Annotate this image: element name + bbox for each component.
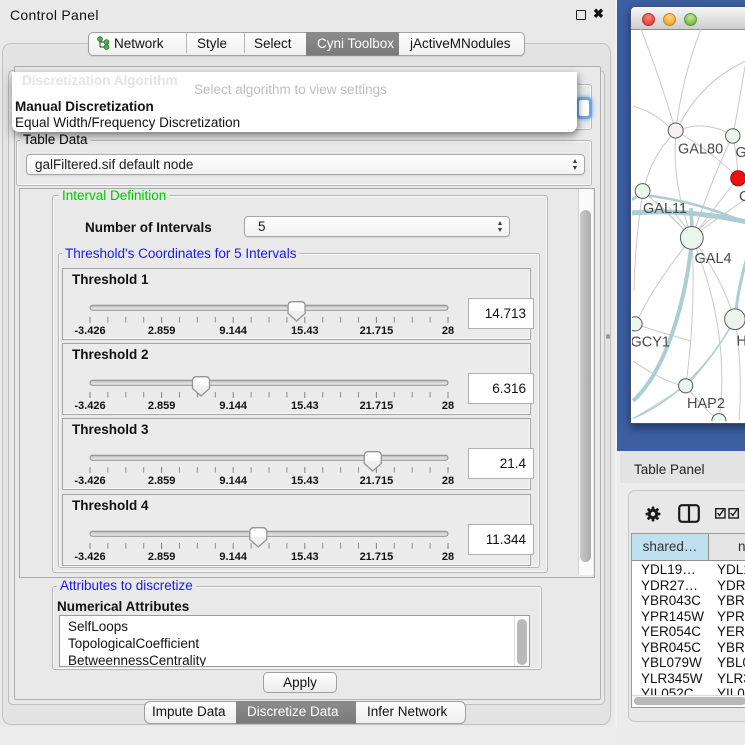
svg-text:28: 28 [442, 475, 454, 487]
svg-text:9.144: 9.144 [219, 325, 247, 337]
svg-text:-3.426: -3.426 [74, 400, 105, 412]
svg-text:28: 28 [442, 400, 454, 412]
svg-text:15.43: 15.43 [291, 325, 319, 337]
svg-text:15.43: 15.43 [291, 551, 319, 563]
svg-text:GAL80: GAL80 [678, 142, 723, 158]
svg-text:GAL: GAL [736, 145, 745, 161]
svg-text:9.144: 9.144 [219, 400, 247, 412]
svg-text:GAL11: GAL11 [643, 201, 687, 217]
svg-text:28: 28 [442, 325, 454, 337]
svg-text:-3.426: -3.426 [74, 475, 105, 487]
svg-text:2.859: 2.859 [148, 475, 176, 487]
svg-text:21.715: 21.715 [360, 400, 394, 412]
svg-text:2.859: 2.859 [148, 551, 176, 563]
svg-text:9.144: 9.144 [219, 551, 247, 563]
svg-text:2.859: 2.859 [148, 400, 176, 412]
svg-text:CBF: CBF [739, 189, 745, 205]
svg-text:HAP2: HAP2 [687, 396, 725, 412]
svg-text:15.43: 15.43 [291, 400, 319, 412]
svg-text:21.715: 21.715 [360, 475, 394, 487]
svg-text:-3.426: -3.426 [74, 551, 105, 563]
svg-text:2.859: 2.859 [148, 325, 176, 337]
svg-text:15.43: 15.43 [291, 475, 319, 487]
svg-text:HIS: HIS [737, 334, 745, 350]
svg-text:21.715: 21.715 [360, 325, 394, 337]
svg-text:21.715: 21.715 [360, 551, 394, 563]
svg-text:28: 28 [442, 551, 454, 563]
svg-text:GAL4: GAL4 [695, 251, 732, 267]
svg-text:-3.426: -3.426 [74, 325, 105, 337]
svg-text:GCY1: GCY1 [632, 335, 670, 351]
svg-text:9.144: 9.144 [219, 475, 247, 487]
